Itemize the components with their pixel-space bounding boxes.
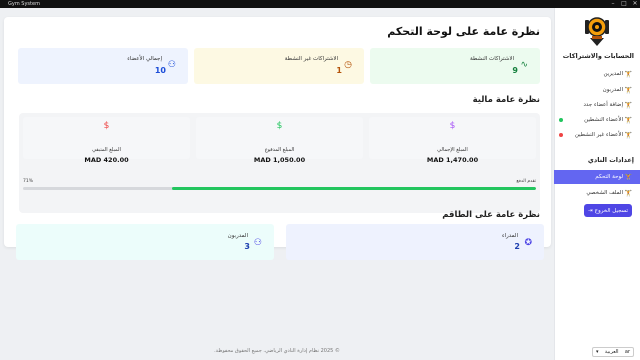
dollar-icon: $ xyxy=(449,121,456,131)
stat-label: الاشتراكات النشطة xyxy=(470,56,514,62)
payment-progress-percent: 71% xyxy=(23,179,34,184)
dollar-icon: $ xyxy=(103,121,110,131)
logout-button[interactable]: تسجيل الخروج ⇥ xyxy=(584,204,632,217)
staff-label: المدراء xyxy=(501,233,518,239)
finance-card-paid: $ المبلغ المدفوع MAD 1,050.00 xyxy=(196,117,363,164)
sidebar-item-label: المديرين xyxy=(603,71,623,77)
dashboard-panel: نظرة عامة على لوحة التحكم ∿ الاشتراكات ا… xyxy=(4,17,551,247)
window-title: Gym System xyxy=(8,1,40,7)
sidebar-item-managers[interactable]: 🏋 المديرين xyxy=(562,68,632,80)
stat-card-total-members: ⚇ إجمالي الأعضاء 10 xyxy=(18,48,188,84)
section-settings-title: إعدادات النادي xyxy=(587,156,634,164)
active-members-icon: 🏋 xyxy=(624,116,632,124)
staff-section-title: نظرة عامة على الطاقم xyxy=(442,210,540,220)
chevron-down-icon: ▾ xyxy=(596,349,599,355)
sidebar-item-inactive-members[interactable]: 🏋 الأعضاء غير النشطين xyxy=(562,129,632,141)
active-status-dot xyxy=(559,118,563,122)
finance-amount: MAD 1,050.00 xyxy=(253,156,306,164)
finance-card-remaining: $ المبلغ المتبقي MAD 420.00 xyxy=(23,117,190,164)
sidebar-item-label: المدربون xyxy=(602,87,623,93)
logout-icon: ⇥ xyxy=(587,207,593,214)
sidebar-item-profile[interactable]: 🏋 الملف الشخصي xyxy=(562,187,632,199)
dashboard-icon: 🏋 xyxy=(624,173,632,181)
stat-card-active-subscriptions: ∿ الاشتراكات النشطة 9 xyxy=(370,48,540,84)
gym-logo xyxy=(585,17,609,46)
inactive-status-dot xyxy=(559,133,563,137)
minimize-button[interactable]: – xyxy=(610,0,616,8)
language-code: ar xyxy=(624,349,630,355)
stat-card-inactive-subscriptions: ◷ الاشتراكات غير النشطة 1 xyxy=(194,48,364,84)
profile-icon: 🏋 xyxy=(624,189,632,197)
logout-label: تسجيل الخروج xyxy=(594,207,629,214)
maximize-button[interactable]: □ xyxy=(621,0,627,8)
clock-icon: ◷ xyxy=(344,60,352,70)
sidebar-item-dashboard[interactable]: 🏋 لوحة التحكم xyxy=(554,170,640,184)
language-selected: العربية xyxy=(604,349,619,355)
payment-progress-label: تقدم الدفع xyxy=(516,179,536,184)
manager-icon: 🏋 xyxy=(624,70,632,78)
finance-amount: MAD 420.00 xyxy=(84,156,129,164)
staff-card-trainers: ⚇ المدربون 3 xyxy=(16,224,274,260)
staff-label: المدربون xyxy=(227,233,248,239)
window-controls: – □ ✕ xyxy=(610,0,638,8)
stat-value: 1 xyxy=(336,66,342,75)
sidebar-item-label: الملف الشخصي xyxy=(586,190,623,196)
inactive-members-icon: 🏋 xyxy=(624,131,632,139)
payment-progress-track xyxy=(23,187,536,190)
sidebar-item-label: الأعضاء غير النشطين xyxy=(574,132,623,138)
staff-value: 2 xyxy=(514,242,520,251)
finance-panel: $ المبلغ الإجمالي MAD 1,470.00 $ المبلغ … xyxy=(19,113,540,213)
trainers-group-icon: ⚇ xyxy=(253,238,262,248)
staff-card-managers: ✪ المدراء 2 xyxy=(286,224,544,260)
stat-label: الاشتراكات غير النشطة xyxy=(284,56,338,62)
stat-value: 10 xyxy=(154,66,166,75)
trainer-icon: 🏋 xyxy=(624,86,632,94)
add-member-icon: 🏋 xyxy=(624,101,632,109)
sidebar-item-label: إضافة أعضاء جدد xyxy=(583,102,623,108)
section-members-title: الحسابات والاشتراكات xyxy=(562,52,634,60)
users-icon: ⚇ xyxy=(167,60,176,70)
sidebar-item-label: الأعضاء النشطين xyxy=(584,117,623,123)
sidebar-item-active-members[interactable]: 🏋 الأعضاء النشطين xyxy=(562,114,632,126)
sidebar-item-label: لوحة التحكم xyxy=(595,174,623,180)
finance-amount: MAD 1,470.00 xyxy=(426,156,479,164)
stat-label: إجمالي الأعضاء xyxy=(127,56,162,62)
sidebar-item-trainers[interactable]: 🏋 المدربون xyxy=(562,84,632,96)
finance-section-title: نظرة عامة مالية xyxy=(472,95,540,105)
title-bar: Gym System – □ ✕ xyxy=(0,0,640,8)
finance-label: المبلغ المتبقي xyxy=(92,147,121,153)
pulse-icon: ∿ xyxy=(520,60,528,70)
finance-label: المبلغ الإجمالي xyxy=(437,147,468,153)
payment-progress-fill xyxy=(171,187,536,190)
stat-value: 9 xyxy=(512,66,518,75)
language-select[interactable]: ar العربية ▾ xyxy=(592,347,634,357)
page-title: نظرة عامة على لوحة التحكم xyxy=(387,25,540,38)
close-button[interactable]: ✕ xyxy=(632,0,638,8)
sidebar-item-add-members[interactable]: 🏋 إضافة أعضاء جدد xyxy=(562,99,632,111)
footer-copyright: © 2025 نظام إدارة النادي الرياضي. جميع ا… xyxy=(214,348,340,354)
finance-label: المبلغ المدفوع xyxy=(264,147,295,153)
staff-value: 3 xyxy=(244,242,250,251)
finance-card-total: $ المبلغ الإجمالي MAD 1,470.00 xyxy=(369,117,536,164)
award-icon: ✪ xyxy=(524,238,532,248)
sidebar: الحسابات والاشتراكات 🏋 المديرين 🏋 المدرب… xyxy=(554,8,640,360)
dollar-icon: $ xyxy=(276,121,283,131)
